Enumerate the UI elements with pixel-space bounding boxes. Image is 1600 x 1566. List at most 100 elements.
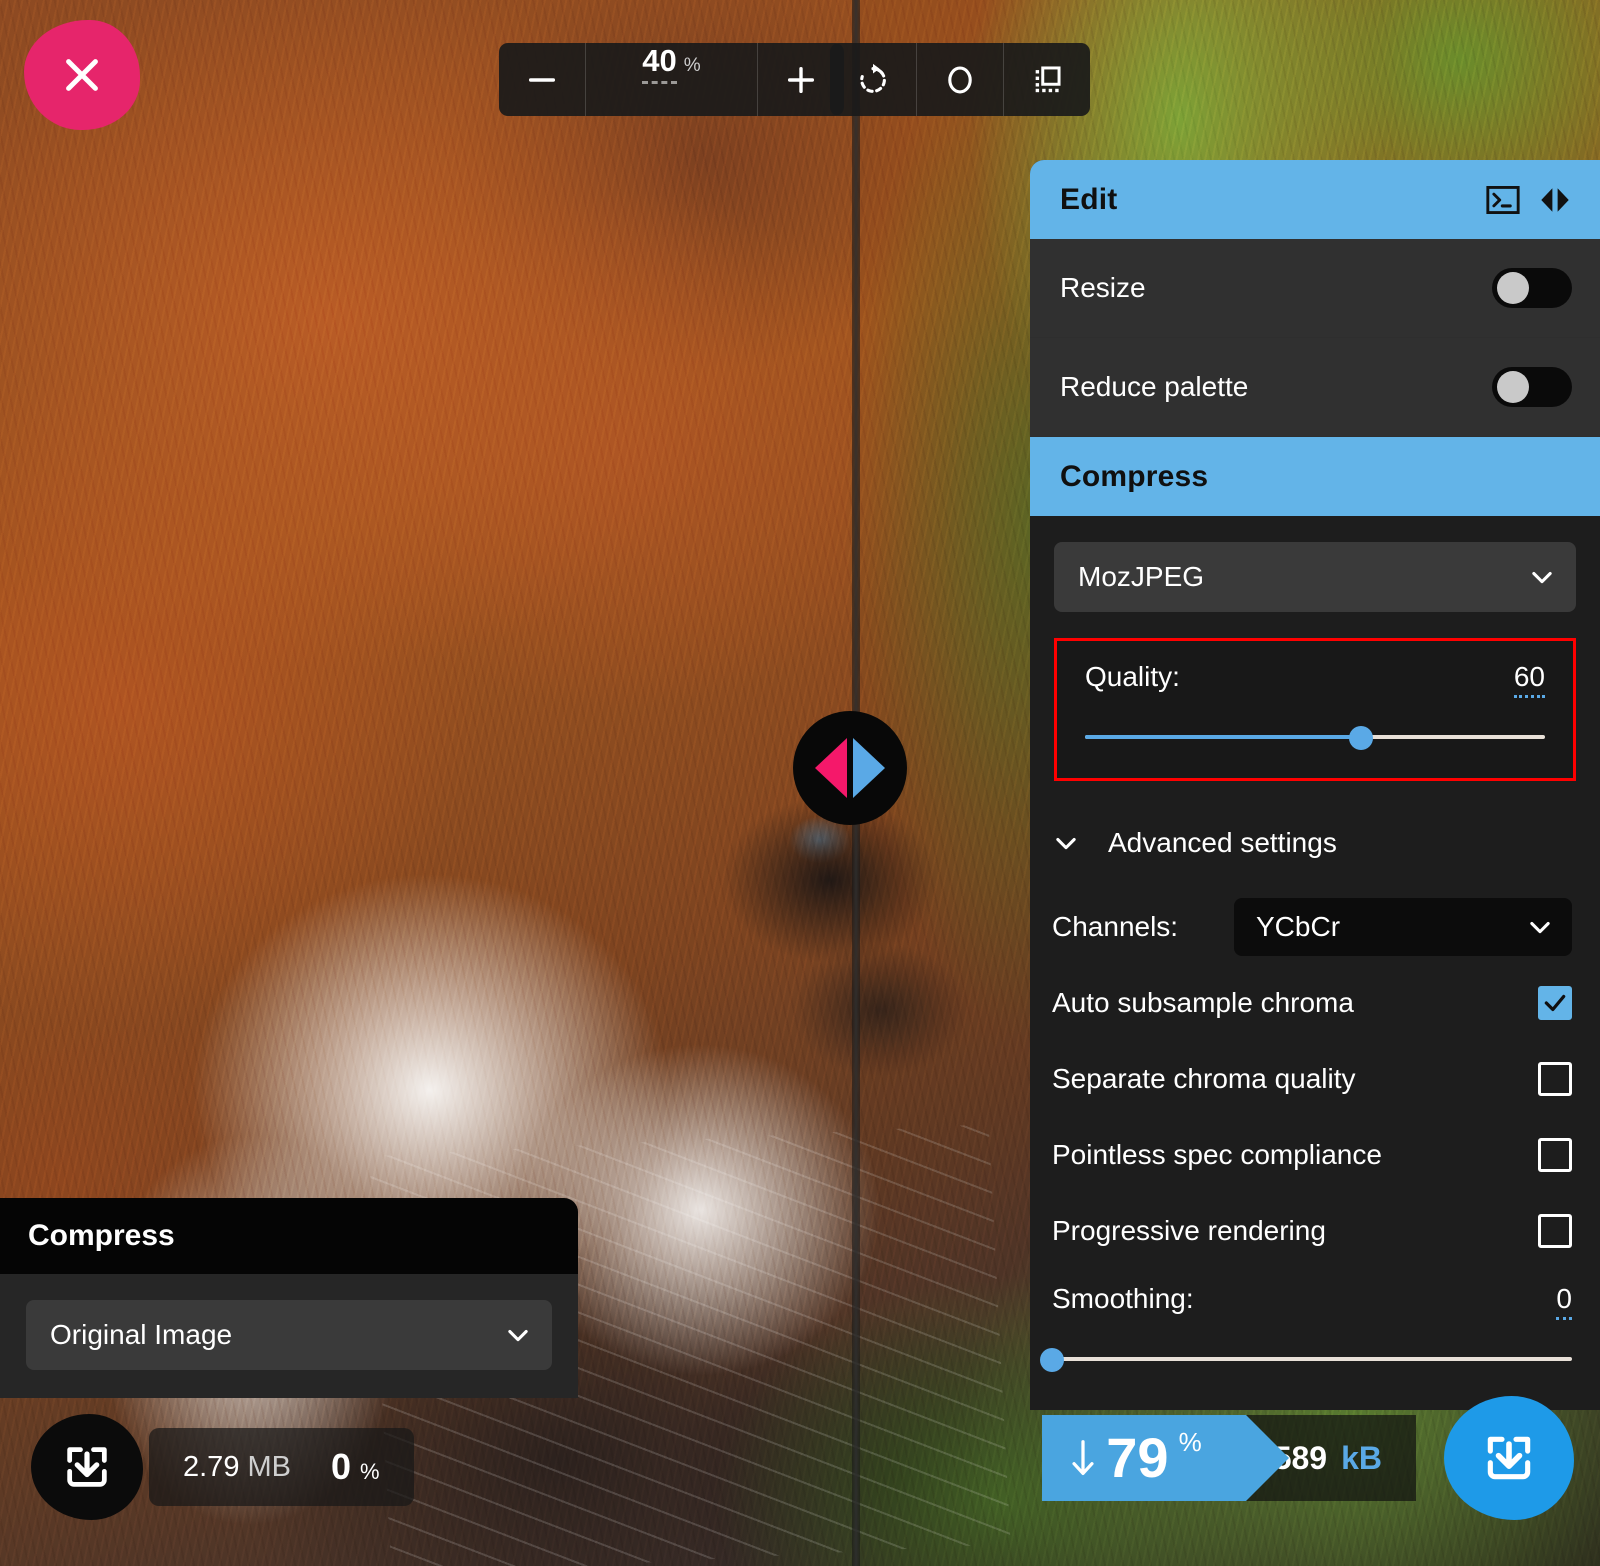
quality-slider-fill — [1085, 735, 1361, 739]
original-percent-number: 0 — [331, 1446, 351, 1487]
circle-toggle-background-icon — [943, 63, 977, 97]
squoosh-app: 40 % — [0, 0, 1600, 1566]
smoothing-label: Smoothing: — [1052, 1283, 1194, 1315]
triangle-right-icon — [853, 738, 885, 798]
zoom-out-button[interactable] — [499, 43, 586, 116]
pointless-spec-compliance-label: Pointless spec compliance — [1052, 1139, 1382, 1171]
zoom-level-input[interactable]: 40 % — [586, 43, 758, 116]
resize-row: Resize — [1030, 239, 1600, 338]
download-icon — [61, 1441, 113, 1493]
auto-subsample-chroma-row: Auto subsample chroma — [1030, 965, 1600, 1041]
saving-percent-symbol: % — [1179, 1427, 1202, 1458]
triangle-left-icon — [815, 738, 847, 798]
split-divider-handle[interactable] — [793, 711, 907, 825]
quality-header: Quality: 60 — [1085, 661, 1545, 698]
chevron-down-icon — [504, 1321, 532, 1349]
chevron-down-icon — [1528, 563, 1556, 591]
collapse-panel-icon — [1538, 185, 1572, 215]
terminal-icon — [1486, 185, 1520, 215]
separate-chroma-quality-row: Separate chroma quality — [1030, 1041, 1600, 1117]
compress-section-body: MozJPEG Quality: 60 — [1030, 516, 1600, 791]
zoom-toolbar: 40 % — [499, 43, 844, 116]
auto-subsample-chroma-label: Auto subsample chroma — [1052, 987, 1354, 1019]
smoothing-header: Smoothing: 0 — [1052, 1283, 1572, 1320]
original-percent: 0% — [331, 1446, 380, 1488]
smoothing-value[interactable]: 0 — [1556, 1283, 1572, 1320]
chevron-down-icon — [1052, 829, 1080, 857]
original-stats-pill: 2.79 MB 0% — [149, 1428, 414, 1506]
terminal-button[interactable] — [1486, 185, 1520, 215]
toggle-background-button[interactable] — [917, 43, 1004, 116]
reduce-palette-toggle[interactable] — [1492, 367, 1572, 407]
original-size: 2.79 MB — [183, 1451, 291, 1484]
compress-section-header: Compress — [1030, 437, 1600, 516]
resize-toggle[interactable] — [1492, 268, 1572, 308]
source-panel: Compress Original Image — [0, 1198, 578, 1398]
channels-select-value: YCbCr — [1256, 911, 1526, 943]
original-size-unit: MB — [248, 1451, 292, 1483]
close-button[interactable] — [24, 20, 140, 130]
view-toolbar — [830, 43, 1090, 116]
minus-icon — [525, 63, 559, 97]
separate-chroma-quality-checkbox[interactable] — [1538, 1062, 1572, 1096]
channels-row: Channels: YCbCr — [1030, 889, 1600, 965]
rotate-clockwise-icon — [856, 63, 890, 97]
quality-label: Quality: — [1085, 661, 1180, 693]
smoothing-slider-thumb[interactable] — [1040, 1348, 1064, 1372]
edit-panel: Edit Resize — [1030, 160, 1600, 1410]
resize-toggle-knob — [1497, 272, 1529, 304]
reduce-palette-toggle-knob — [1497, 371, 1529, 403]
toggle-pixelated-icon — [1030, 63, 1064, 97]
collapse-panel-button[interactable] — [1538, 185, 1572, 215]
separate-chroma-quality-label: Separate chroma quality — [1052, 1063, 1356, 1095]
codec-select[interactable]: MozJPEG — [1054, 542, 1576, 612]
edit-panel-header-actions — [1486, 185, 1572, 215]
source-panel-title: Compress — [28, 1219, 175, 1253]
chevron-down-icon — [1526, 913, 1554, 941]
smoothing-slider-track — [1052, 1357, 1572, 1361]
original-stats-bar: 2.79 MB 0% — [0, 1414, 414, 1520]
channels-select[interactable]: YCbCr — [1234, 898, 1572, 956]
zoom-level-value: 40 — [642, 43, 676, 84]
source-select[interactable]: Original Image — [26, 1300, 552, 1370]
auto-subsample-chroma-checkbox[interactable] — [1538, 986, 1572, 1020]
download-icon — [1481, 1430, 1537, 1486]
channels-label: Channels: — [1052, 911, 1178, 943]
output-size-unit: kB — [1341, 1440, 1382, 1477]
edit-panel-header: Edit — [1030, 160, 1600, 239]
progressive-rendering-label: Progressive rendering — [1052, 1215, 1326, 1247]
codec-select-value: MozJPEG — [1078, 561, 1528, 593]
progressive-rendering-row: Progressive rendering — [1030, 1193, 1600, 1269]
pointless-spec-compliance-checkbox[interactable] — [1538, 1138, 1572, 1172]
zoom-level-unit: % — [684, 55, 701, 77]
quality-slider[interactable] — [1085, 726, 1545, 748]
download-compressed-button[interactable] — [1444, 1396, 1574, 1520]
smoothing-slider[interactable] — [1052, 1348, 1572, 1370]
compress-section-title: Compress — [1060, 460, 1208, 494]
saving-percent: 79 — [1106, 1430, 1168, 1486]
original-size-number: 2.79 — [183, 1451, 239, 1483]
reduce-palette-row: Reduce palette — [1030, 338, 1600, 437]
source-panel-body: Original Image — [0, 1274, 578, 1398]
advanced-settings-toggle[interactable]: Advanced settings — [1030, 791, 1600, 889]
rotate-button[interactable] — [830, 43, 917, 116]
check-icon — [1542, 990, 1568, 1016]
plus-icon — [784, 63, 818, 97]
reduce-palette-label: Reduce palette — [1060, 371, 1248, 403]
quality-value[interactable]: 60 — [1514, 661, 1545, 698]
resize-label: Resize — [1060, 272, 1146, 304]
original-percent-symbol: % — [360, 1459, 380, 1484]
saving-badge: 79 % — [1042, 1415, 1245, 1501]
progressive-rendering-checkbox[interactable] — [1538, 1214, 1572, 1248]
arrow-down-icon — [1070, 1437, 1096, 1479]
source-panel-header: Compress — [0, 1198, 578, 1274]
download-original-button[interactable] — [31, 1414, 143, 1520]
advanced-settings-label: Advanced settings — [1108, 827, 1337, 859]
compressed-stats-bar: 79 % 589 kB — [1042, 1396, 1600, 1520]
quality-control: Quality: 60 — [1054, 638, 1576, 781]
toggle-pixelated-button[interactable] — [1004, 43, 1090, 116]
close-icon — [59, 52, 105, 98]
quality-slider-thumb[interactable] — [1349, 726, 1373, 750]
edit-panel-title: Edit — [1060, 183, 1117, 217]
smoothing-control: Smoothing: 0 — [1030, 1269, 1600, 1410]
